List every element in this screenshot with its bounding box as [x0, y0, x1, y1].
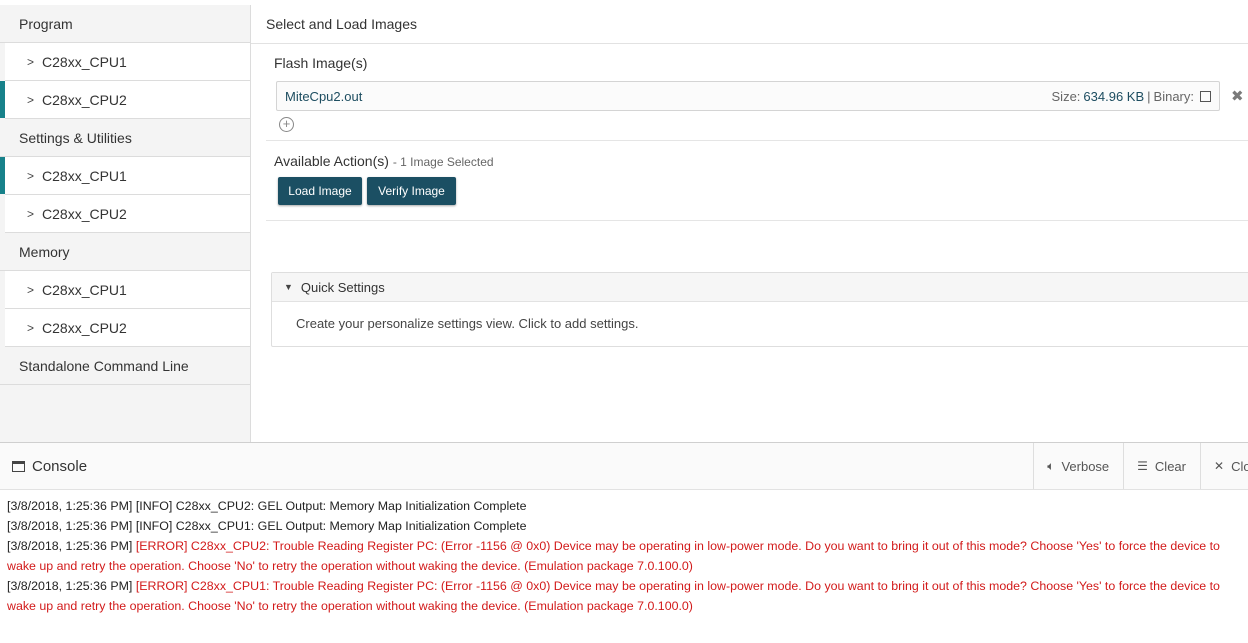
binary-label: Binary: [1153, 88, 1194, 104]
window-icon [12, 460, 25, 472]
sidebar-item-memory-cpu1[interactable]: > C28xx_CPU1 [5, 271, 250, 309]
sidebar-header-standalone[interactable]: Standalone Command Line [0, 347, 250, 385]
chevron-right-icon: > [27, 92, 35, 107]
log-line: [3/8/2018, 1:25:36 PM] [ERROR] C28xx_CPU… [7, 536, 1248, 576]
chevron-right-icon: > [27, 282, 35, 297]
sidebar-header-memory[interactable]: Memory [0, 233, 250, 271]
divider [266, 140, 1248, 141]
sidebar-item-label: C28xx_CPU1 [42, 53, 127, 70]
actions-selection-count: - 1 Image Selected [392, 155, 494, 169]
close-x-icon[interactable]: ✖ [1231, 87, 1244, 105]
sidebar-item-memory-cpu2[interactable]: > C28xx_CPU2 [5, 309, 250, 347]
size-label: Size: [1051, 88, 1081, 104]
clear-label: Clear [1154, 458, 1186, 474]
divider [266, 220, 1248, 221]
sidebar-item-program-cpu1[interactable]: > C28xx_CPU1 [5, 43, 250, 81]
binary-checkbox[interactable] [1200, 90, 1211, 102]
close-icon: ✕ [1214, 459, 1225, 473]
log-timestamp: [3/8/2018, 1:25:36 PM] [7, 579, 136, 593]
log-line: [3/8/2018, 1:25:36 PM] [INFO] C28xx_CPU1… [7, 516, 1248, 536]
log-line: [3/8/2018, 1:25:36 PM] [INFO] C28xx_CPU2… [7, 496, 1248, 516]
chevron-right-icon: > [27, 320, 35, 335]
quick-settings-title: Quick Settings [300, 279, 385, 295]
sidebar-header-label: Standalone Command Line [19, 357, 189, 374]
verbose-button[interactable]: 🔈︎ Verbose [1033, 443, 1123, 489]
console-title-label: Console [32, 457, 88, 475]
main-panel: Select and Load Images Flash Image(s) Mi… [251, 5, 1248, 442]
console-header: Console 🔈︎ Verbose ☰ Clear ✕ Clo [0, 443, 1248, 490]
sidebar-item-program-cpu2[interactable]: > C28xx_CPU2 [0, 81, 250, 119]
log-text: [3/8/2018, 1:25:36 PM] [INFO] C28xx_CPU1… [7, 519, 527, 533]
clear-button[interactable]: ☰ Clear [1123, 443, 1200, 489]
triangle-down-icon: ▼ [284, 282, 293, 292]
verify-image-button[interactable]: Verify Image [367, 177, 456, 205]
flash-image-row[interactable]: MiteCpu2.out Size: 634.96 KB | Binary: [276, 81, 1220, 111]
close-console-button[interactable]: ✕ Clo [1200, 443, 1248, 489]
sidebar-item-label: C28xx_CPU2 [42, 319, 127, 336]
console-title: Console [0, 458, 87, 475]
close-label: Clo [1231, 458, 1248, 474]
available-actions-label: Available Action(s) - 1 Image Selected [274, 153, 494, 169]
console-toolbar: 🔈︎ Verbose ☰ Clear ✕ Clo [1033, 443, 1248, 489]
add-circle-icon[interactable]: + [279, 117, 294, 132]
speaker-icon: 🔈︎ [1047, 458, 1055, 473]
actions-title: Available Action(s) [274, 153, 389, 169]
flash-images-label: Flash Image(s) [274, 55, 368, 71]
sidebar-item-label: C28xx_CPU2 [42, 205, 127, 222]
sidebar-header-program[interactable]: Program [0, 5, 250, 43]
lines-icon: ☰ [1137, 459, 1148, 473]
file-meta: Size: 634.96 KB | Binary: [1052, 89, 1211, 104]
quick-settings-panel: ▼ Quick Settings Create your personalize… [271, 272, 1248, 347]
sidebar-header-settings[interactable]: Settings & Utilities [0, 119, 250, 157]
log-line: [3/8/2018, 1:25:36 PM] [ERROR] C28xx_CPU… [7, 576, 1248, 616]
chevron-right-icon: > [27, 54, 35, 69]
page-title: Select and Load Images [251, 5, 1248, 44]
log-error-text: [ERROR] C28xx_CPU2: Trouble Reading Regi… [7, 539, 1220, 573]
quick-settings-header[interactable]: ▼ Quick Settings [272, 273, 1248, 302]
sidebar: Program > C28xx_CPU1 > C28xx_CPU2 Settin… [0, 5, 251, 442]
sidebar-header-label: Memory [19, 243, 70, 260]
console-log: [3/8/2018, 1:25:36 PM] [INFO] C28xx_CPU2… [0, 490, 1248, 616]
file-name: MiteCpu2.out [285, 88, 363, 104]
sidebar-item-settings-cpu2[interactable]: > C28xx_CPU2 [5, 195, 250, 233]
sidebar-item-label: C28xx_CPU2 [42, 91, 127, 108]
sidebar-item-settings-cpu1[interactable]: > C28xx_CPU1 [0, 157, 250, 195]
sidebar-header-label: Settings & Utilities [19, 129, 132, 146]
log-error-text: [ERROR] C28xx_CPU1: Trouble Reading Regi… [7, 579, 1220, 613]
sidebar-item-label: C28xx_CPU1 [42, 167, 127, 184]
quick-settings-body[interactable]: Create your personalize settings view. C… [272, 302, 1248, 331]
console-panel: Console 🔈︎ Verbose ☰ Clear ✕ Clo [3/8/2 [0, 442, 1248, 643]
uniflash-app: Program > C28xx_CPU1 > C28xx_CPU2 Settin… [0, 0, 1248, 643]
size-value: 634.96 KB [1083, 88, 1145, 104]
meta-separator: | [1147, 88, 1151, 104]
chevron-right-icon: > [27, 168, 35, 183]
sidebar-header-label: Program [19, 15, 73, 32]
sidebar-item-label: C28xx_CPU1 [42, 281, 127, 298]
log-text: [3/8/2018, 1:25:36 PM] [INFO] C28xx_CPU2… [7, 499, 527, 513]
chevron-right-icon: > [27, 206, 35, 221]
log-timestamp: [3/8/2018, 1:25:36 PM] [7, 539, 136, 553]
load-image-button[interactable]: Load Image [278, 177, 362, 205]
verbose-label: Verbose [1061, 458, 1110, 474]
